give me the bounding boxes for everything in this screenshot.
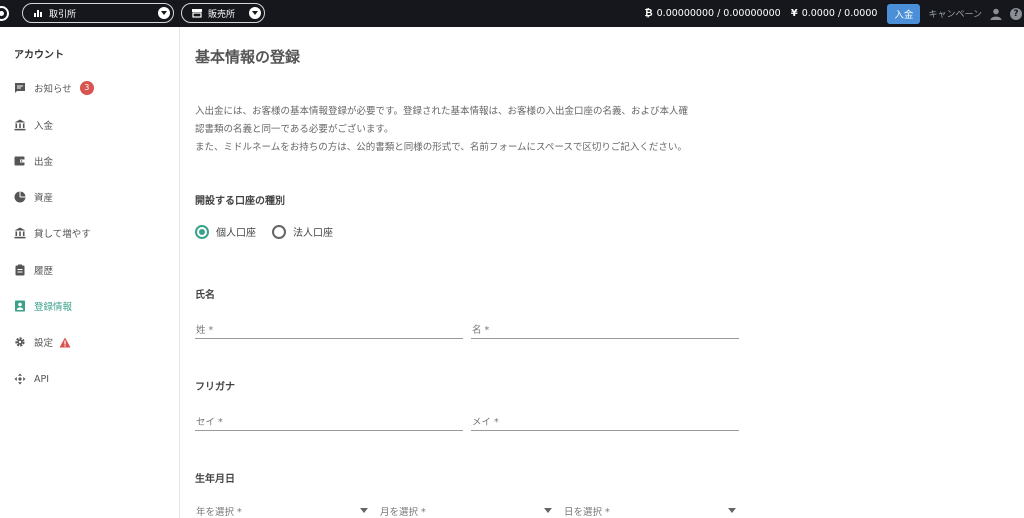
- last-kana-input[interactable]: セイ *: [195, 409, 463, 431]
- first-kana-input[interactable]: メイ *: [471, 409, 739, 431]
- exchange-label: 取引所: [49, 9, 77, 20]
- sidebar-item-label: お知らせ: [34, 84, 72, 95]
- deposit-button[interactable]: 入金: [887, 3, 921, 24]
- sidebar-item-label: API: [34, 373, 50, 385]
- sidebar-item-deposit[interactable]: 入金: [0, 115, 180, 135]
- individual-account-radio[interactable]: [195, 224, 209, 239]
- sidebar: アカウント お知らせ 3 入金 出金 資産 貸して増やす 履歴 登録情報 設定 …: [0, 27, 180, 518]
- sidebar-item-label: 出金: [34, 157, 54, 168]
- message-icon: [14, 82, 26, 94]
- user-icon[interactable]: [990, 8, 1002, 20]
- sidebar-item-registration[interactable]: 登録情報: [0, 296, 180, 316]
- radio-label[interactable]: 法人口座: [293, 224, 333, 239]
- jpy-balance: ¥ 0.0000 / 0.0000: [791, 8, 878, 19]
- wallet-icon: [14, 155, 26, 167]
- top-bar: 取引所 販売所 ₿ 0.00000000 / 0.00000000 ¥ 0.00…: [0, 0, 1024, 27]
- store-icon: [192, 9, 202, 18]
- page-title: 基本情報の登録: [195, 48, 301, 66]
- chevron-down-icon: [544, 508, 552, 513]
- first-name-input[interactable]: 名 *: [471, 317, 739, 339]
- clipboard-icon: [14, 264, 26, 276]
- furigana-label: フリガナ: [195, 382, 235, 393]
- bitcoin-icon: ₿: [644, 8, 653, 19]
- sidebar-item-assets[interactable]: 資産: [0, 187, 180, 207]
- move-icon: [14, 373, 26, 385]
- chevron-down-icon: [728, 508, 736, 513]
- sidebar-title: アカウント: [14, 50, 64, 61]
- account-type-label: 開設する口座の種別: [195, 196, 285, 207]
- placeholder: 姓 *: [196, 325, 214, 336]
- sidebar-item-label: 資産: [34, 193, 54, 204]
- chevron-down-icon: [158, 7, 170, 19]
- placeholder: メイ *: [472, 417, 499, 428]
- sidebar-item-label: 設定: [34, 338, 54, 349]
- sidebar-item-label: 入金: [34, 121, 54, 132]
- birth-day-select[interactable]: 日を選択 *: [563, 499, 739, 518]
- id-card-icon: [14, 300, 26, 312]
- sidebar-item-label: 貸して増やす: [34, 229, 91, 240]
- last-name-input[interactable]: 姓 *: [195, 317, 463, 339]
- corporate-account-radio[interactable]: [272, 224, 286, 239]
- campaign-link[interactable]: キャンペーン: [928, 7, 982, 20]
- sidebar-item-withdraw[interactable]: 出金: [0, 151, 180, 171]
- name-label: 氏名: [195, 290, 215, 301]
- warning-icon: [59, 337, 71, 347]
- chevron-down-icon: [249, 7, 261, 19]
- notification-badge: 3: [79, 81, 94, 95]
- yen-icon: ¥: [790, 8, 798, 19]
- bar-chart-icon: [34, 10, 42, 17]
- sidebar-item-api[interactable]: API: [0, 369, 180, 389]
- birthdate-label: 生年月日: [195, 474, 235, 485]
- btc-balance-value: 0.00000000 / 0.00000000: [656, 8, 781, 19]
- intro-line: また、ミドルネームをお持ちの方は、公的書類と同様の形式で、名前フォームにスペース…: [195, 142, 687, 153]
- sales-label: 販売所: [208, 9, 236, 20]
- sidebar-item-lending[interactable]: 貸して増やす: [0, 223, 180, 243]
- placeholder: 日を選択 *: [564, 507, 610, 518]
- jpy-balance-value: 0.0000 / 0.0000: [801, 8, 878, 19]
- radio-label[interactable]: 個人口座: [216, 224, 256, 239]
- sidebar-item-label: 登録情報: [34, 302, 73, 313]
- chevron-down-icon: [360, 508, 368, 513]
- logo-icon[interactable]: [0, 6, 9, 21]
- sidebar-item-notifications[interactable]: お知らせ 3: [0, 78, 180, 98]
- pie-chart-icon: [14, 191, 26, 203]
- gear-icon: [14, 336, 26, 348]
- sidebar-item-history[interactable]: 履歴: [0, 260, 180, 280]
- intro-line: 入出金には、お客様の基本情報登録が必要です。登録された基本情報は、お客様の入出金…: [195, 106, 689, 117]
- sidebar-item-settings[interactable]: 設定: [0, 332, 180, 352]
- birth-month-select[interactable]: 月を選択 *: [379, 499, 555, 518]
- main-content: 基本情報の登録 入出金には、お客様の基本情報登録が必要です。登録された基本情報は…: [181, 27, 1024, 518]
- btc-balance: ₿ 0.00000000 / 0.00000000: [644, 8, 780, 19]
- placeholder: 名 *: [472, 325, 490, 336]
- bank-icon: [14, 227, 26, 239]
- placeholder: 年を選択 *: [196, 507, 242, 518]
- placeholder: 月を選択 *: [380, 507, 426, 518]
- help-icon[interactable]: ?: [1010, 7, 1022, 20]
- account-type-radio-group: 個人口座 法人口座: [195, 224, 349, 239]
- birth-year-select[interactable]: 年を選択 *: [195, 499, 371, 518]
- sidebar-item-label: 履歴: [34, 266, 54, 277]
- intro-text: 入出金には、お客様の基本情報登録が必要です。登録された基本情報は、お客様の入出金…: [195, 103, 755, 157]
- bank-icon: [14, 119, 26, 131]
- exchange-selector[interactable]: 取引所: [22, 3, 174, 23]
- placeholder: セイ *: [196, 417, 223, 428]
- balance-area: ₿ 0.00000000 / 0.00000000 ¥ 0.0000 / 0.0…: [644, 0, 1024, 27]
- sales-selector[interactable]: 販売所: [181, 3, 265, 23]
- intro-line: 認書類の名義と同一である必要がございます。: [195, 124, 394, 135]
